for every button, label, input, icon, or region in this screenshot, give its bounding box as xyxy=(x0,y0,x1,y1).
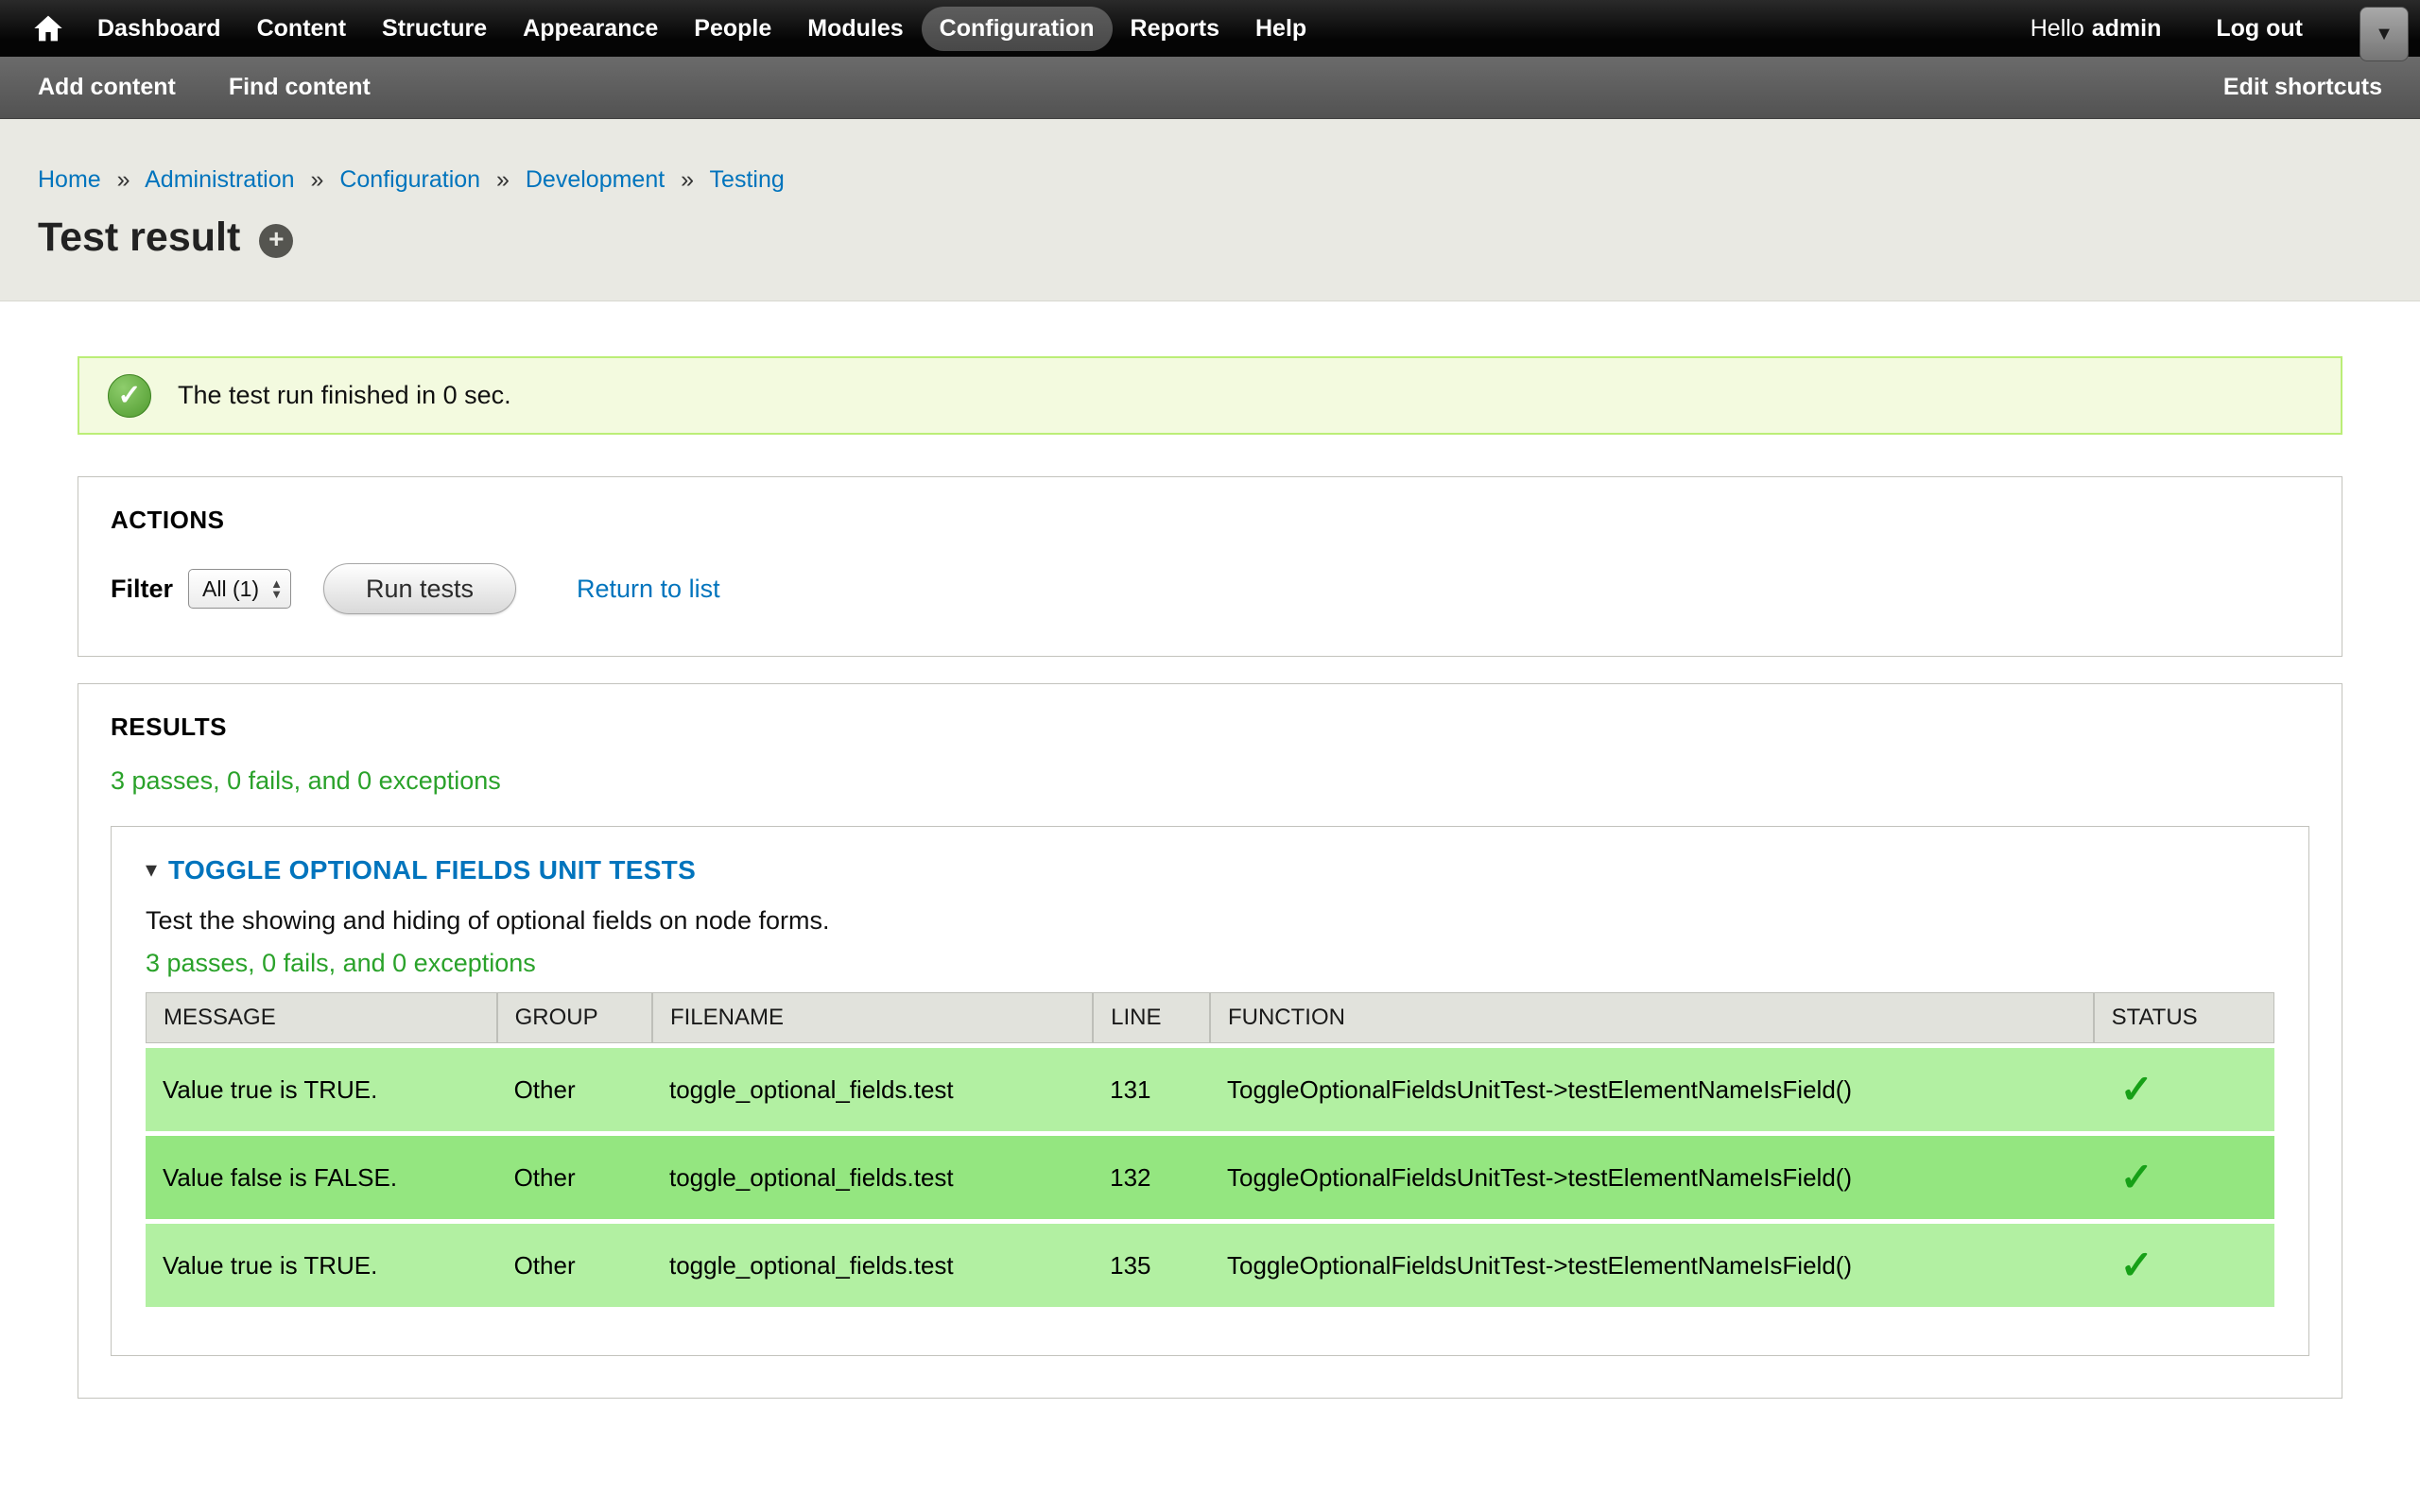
collapse-arrow-icon: ▾ xyxy=(146,859,157,882)
cell-filename: toggle_optional_fields.test xyxy=(652,1048,1093,1131)
results-summary: 3 passes, 0 fails, and 0 exceptions xyxy=(111,766,2309,796)
filter-label: Filter xyxy=(111,575,173,604)
admin-toolbar: Dashboard Content Structure Appearance P… xyxy=(0,0,2420,57)
toolbar-item-content[interactable]: Content xyxy=(239,7,364,51)
breadcrumb-link-home[interactable]: Home xyxy=(38,166,101,193)
edit-shortcuts-link[interactable]: Edit shortcuts xyxy=(2223,74,2382,101)
table-row: Value true is TRUE. Other toggle_optiona… xyxy=(146,1048,2274,1131)
cell-group: Other xyxy=(497,1048,652,1131)
test-group-summary: 3 passes, 0 fails, and 0 exceptions xyxy=(146,949,2274,978)
cell-group: Other xyxy=(497,1136,652,1219)
actions-panel: ACTIONS Filter All (1) ▲ ▼ Run tests Ret… xyxy=(78,476,2342,657)
pass-check-icon: ✓ xyxy=(2120,1243,2153,1287)
col-header-filename: FILENAME xyxy=(652,992,1093,1043)
cell-function: ToggleOptionalFieldsUnitTest->testElemen… xyxy=(1210,1136,2094,1219)
test-group-collapse-toggle[interactable]: ▾ TOGGLE OPTIONAL FIELDS UNIT TESTS xyxy=(146,855,2274,885)
cell-filename: toggle_optional_fields.test xyxy=(652,1136,1093,1219)
toolbar-item-structure[interactable]: Structure xyxy=(364,7,505,51)
add-content-link[interactable]: Add content xyxy=(38,74,176,101)
col-header-status: STATUS xyxy=(2094,992,2274,1043)
main-content: ✓ The test run finished in 0 sec. ACTION… xyxy=(0,301,2420,1399)
table-row: Value true is TRUE. Other toggle_optiona… xyxy=(146,1224,2274,1307)
actions-row: Filter All (1) ▲ ▼ Run tests Return to l… xyxy=(111,563,2309,614)
breadcrumb-separator: » xyxy=(310,166,323,193)
breadcrumb-link-development[interactable]: Development xyxy=(526,166,665,193)
add-to-shortcuts-icon[interactable]: + xyxy=(259,224,293,258)
page-title: Test result + xyxy=(38,215,2382,261)
cell-message: Value false is FALSE. xyxy=(146,1136,497,1219)
pass-check-icon: ✓ xyxy=(2120,1067,2153,1111)
breadcrumb-link-configuration[interactable]: Configuration xyxy=(339,166,480,193)
cell-function: ToggleOptionalFieldsUnitTest->testElemen… xyxy=(1210,1224,2094,1307)
toolbar-item-help[interactable]: Help xyxy=(1237,7,1324,51)
cell-message: Value true is TRUE. xyxy=(146,1224,497,1307)
col-header-group: GROUP xyxy=(497,992,652,1043)
col-header-message: MESSAGE xyxy=(146,992,497,1043)
toolbar-item-people[interactable]: People xyxy=(676,7,789,51)
filter-select-value: All (1) xyxy=(202,576,259,602)
col-header-line: LINE xyxy=(1093,992,1210,1043)
spinner-down-glyph: ▼ xyxy=(270,589,283,599)
username: admin xyxy=(2092,15,2162,42)
breadcrumb-link-administration[interactable]: Administration xyxy=(145,166,294,193)
toolbar-item-modules[interactable]: Modules xyxy=(789,7,921,51)
results-legend: RESULTS xyxy=(111,713,2309,742)
logout-link[interactable]: Log out xyxy=(2216,15,2303,43)
cell-message: Value true is TRUE. xyxy=(146,1048,497,1131)
cell-status: ✓ xyxy=(2094,1136,2274,1219)
table-header-row: MESSAGE GROUP FILENAME LINE FUNCTION STA… xyxy=(146,992,2274,1043)
cell-group: Other xyxy=(497,1224,652,1307)
shortcut-bar: Add content Find content Edit shortcuts xyxy=(0,57,2420,119)
cell-line: 132 xyxy=(1093,1136,1210,1219)
status-text: The test run finished in 0 sec. xyxy=(178,381,511,409)
filter-select[interactable]: All (1) ▲ ▼ xyxy=(188,569,291,609)
results-panel: RESULTS 3 passes, 0 fails, and 0 excepti… xyxy=(78,683,2342,1399)
home-icon[interactable] xyxy=(23,8,74,49)
toolbar-item-appearance[interactable]: Appearance xyxy=(505,7,676,51)
run-tests-button[interactable]: Run tests xyxy=(323,563,516,614)
test-group-title-text: TOGGLE OPTIONAL FIELDS UNIT TESTS xyxy=(168,855,696,885)
cell-line: 131 xyxy=(1093,1048,1210,1131)
test-group-fieldset: ▾ TOGGLE OPTIONAL FIELDS UNIT TESTS Test… xyxy=(111,826,2309,1356)
breadcrumb-separator: » xyxy=(117,166,130,193)
plus-glyph: + xyxy=(268,226,284,252)
status-ok-icon: ✓ xyxy=(108,374,151,418)
check-glyph: ✓ xyxy=(117,382,141,410)
toolbar-toggle-button[interactable]: ▼ xyxy=(2360,7,2409,61)
toolbar-menu: Dashboard Content Structure Appearance P… xyxy=(79,7,1324,51)
breadcrumb: Home » Administration » Configuration » … xyxy=(38,166,2382,194)
toolbar-item-reports[interactable]: Reports xyxy=(1113,7,1237,51)
greeting-text: Hello xyxy=(2031,15,2084,42)
find-content-link[interactable]: Find content xyxy=(229,74,371,101)
select-spinner-icon: ▲ ▼ xyxy=(270,578,283,599)
cell-filename: toggle_optional_fields.test xyxy=(652,1224,1093,1307)
col-header-function: FUNCTION xyxy=(1210,992,2094,1043)
breadcrumb-link-testing[interactable]: Testing xyxy=(710,166,785,193)
home-icon-glyph xyxy=(33,14,63,43)
actions-legend: ACTIONS xyxy=(111,506,2309,535)
status-message: ✓ The test run finished in 0 sec. xyxy=(78,356,2342,435)
test-group-description: Test the showing and hiding of optional … xyxy=(146,906,2274,936)
results-table: MESSAGE GROUP FILENAME LINE FUNCTION STA… xyxy=(146,988,2274,1312)
breadcrumb-separator: » xyxy=(681,166,694,193)
cell-status: ✓ xyxy=(2094,1048,2274,1131)
cell-line: 135 xyxy=(1093,1224,1210,1307)
toolbar-item-configuration[interactable]: Configuration xyxy=(922,7,1113,51)
user-greeting: Hello admin xyxy=(2031,15,2162,43)
page-title-text: Test result xyxy=(38,215,240,261)
toolbar-user-area: Hello admin Log out xyxy=(2031,15,2303,43)
toolbar-item-dashboard[interactable]: Dashboard xyxy=(79,7,239,51)
pass-check-icon: ✓ xyxy=(2120,1155,2153,1199)
cell-function: ToggleOptionalFieldsUnitTest->testElemen… xyxy=(1210,1048,2094,1131)
table-row: Value false is FALSE. Other toggle_optio… xyxy=(146,1136,2274,1219)
return-to-list-link[interactable]: Return to list xyxy=(577,575,720,604)
breadcrumb-separator: » xyxy=(496,166,510,193)
cell-status: ✓ xyxy=(2094,1224,2274,1307)
page-header: Home » Administration » Configuration » … xyxy=(0,119,2420,301)
chevron-down-icon: ▼ xyxy=(2375,25,2394,43)
